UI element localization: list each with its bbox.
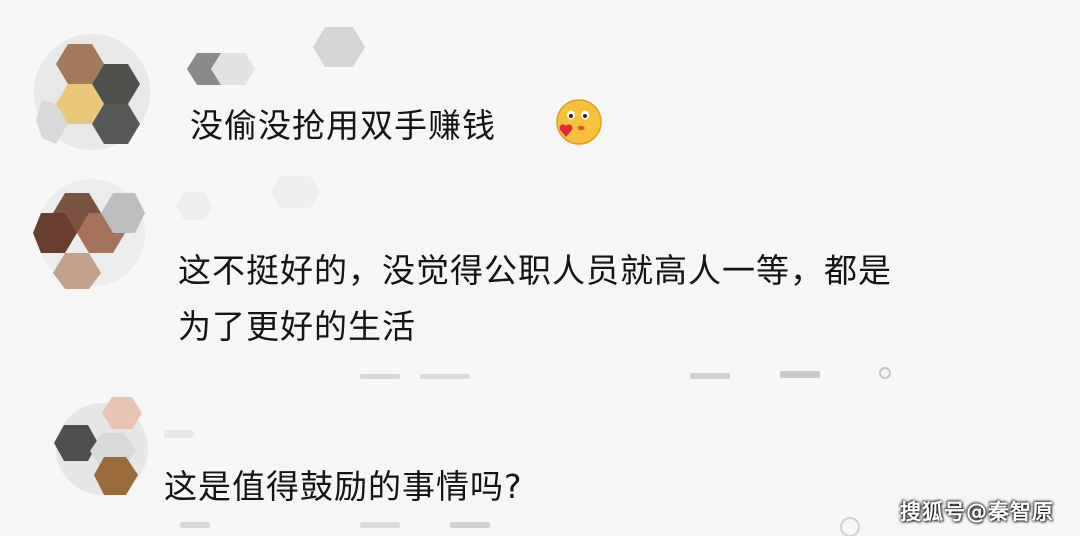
comment-item: 没偷没抢用双手赚钱 [0,0,1080,170]
comment-text: 这是值得鼓励的事情吗? [164,467,523,506]
comment-text: 没偷没抢用双手赚钱 [190,106,496,145]
avatar-mosaic[interactable] [50,395,170,505]
comment-text-line-1: 这不挺好的，没觉得公职人员就高人一等，都是 [178,251,892,290]
avatar-mosaic[interactable] [25,175,155,293]
comment-item: 这不挺好的，没觉得公职人员就高人一等，都是 为了更好的生活 [0,170,1080,390]
username-mosaic[interactable] [170,170,370,230]
username-mosaic[interactable] [160,420,220,450]
comment-text-line-2: 为了更好的生活 [178,307,416,346]
smiling-face-with-heart-emoji [556,99,602,145]
comment-meta-blurred [360,367,891,379]
comment-feed: 没偷没抢用双手赚钱 这不挺好的，没觉得公职人员就高人一等，都是 为了更好的生活 [0,0,1080,536]
avatar-mosaic[interactable] [30,20,160,152]
comment-meta-blurred [180,517,860,536]
watermark: 搜狐号@秦智原 [900,500,1054,524]
username-mosaic[interactable] [185,25,385,95]
